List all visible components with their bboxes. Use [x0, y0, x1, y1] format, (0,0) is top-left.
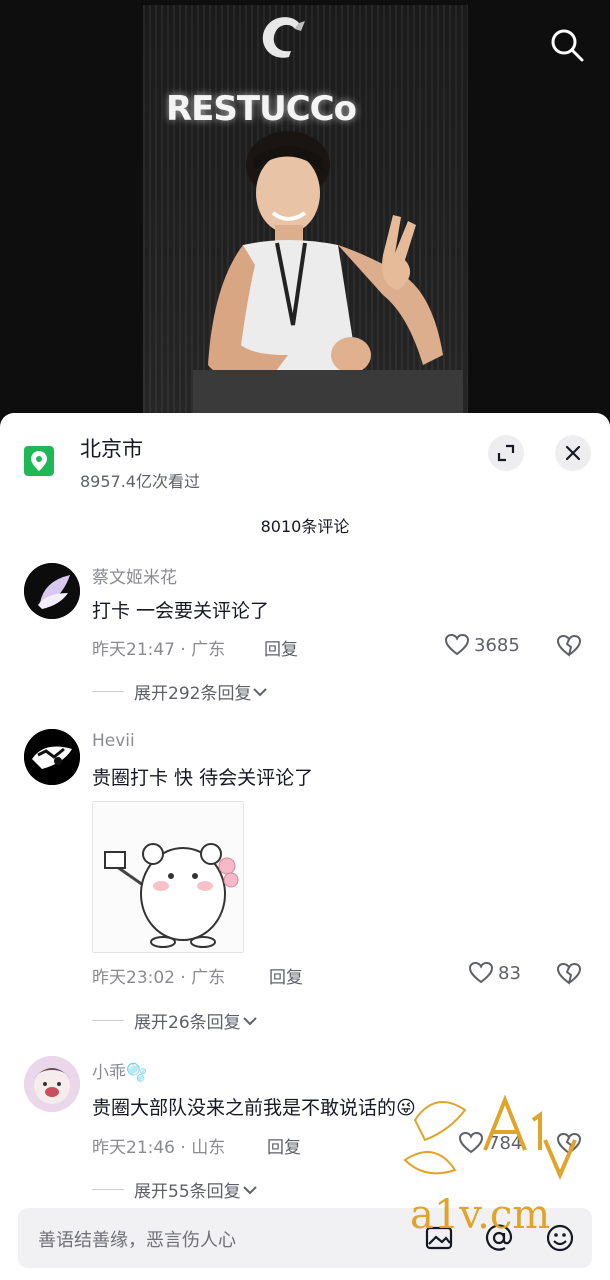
video-player[interactable]: RESTUCCo: [0, 0, 610, 430]
broken-heart-icon[interactable]: [556, 961, 582, 987]
comment-meta: 昨天21:47 · 广东: [92, 640, 226, 660]
broken-heart-icon[interactable]: [556, 1131, 582, 1157]
heart-icon: [444, 633, 470, 656]
expand-replies-label: 展开26条回复: [134, 1013, 241, 1033]
expand-replies[interactable]: 展开292条回复: [92, 679, 269, 704]
comment-text: 贵圈大部队没来之前我是不敢说话的😜: [92, 1097, 416, 1119]
like-button[interactable]: 784: [458, 1131, 522, 1155]
comment-meta: 昨天21:46 · 山东: [92, 1138, 226, 1158]
heart-icon: [468, 961, 494, 984]
close-button[interactable]: [555, 435, 591, 471]
comment-text: 贵圈打卡 快 待会关评论了: [92, 767, 314, 789]
comment-meta: 昨天23:02 · 广东: [92, 968, 226, 988]
brand-sign-text: RESTUCCo: [166, 89, 357, 129]
expand-icon: [497, 444, 515, 462]
video-frame: RESTUCCo: [143, 5, 468, 425]
comment-username[interactable]: Hevii: [92, 731, 135, 751]
restucco-logo-icon: [262, 17, 305, 58]
broken-heart-icon[interactable]: [556, 633, 582, 659]
person-photo: [193, 131, 463, 425]
avatar[interactable]: [24, 1056, 80, 1112]
like-count: 784: [488, 1132, 523, 1154]
chevron-down-icon: [253, 687, 268, 696]
like-count: 83: [498, 962, 521, 984]
expand-replies[interactable]: 展开26条回复: [92, 1008, 259, 1033]
expand-replies[interactable]: 展开55条回复: [92, 1177, 259, 1202]
comment-text: 打卡 一会要关评论了: [92, 600, 270, 622]
expand-button[interactable]: [488, 435, 524, 471]
reply-button[interactable]: 回复: [269, 963, 303, 988]
chevron-down-icon: [242, 1185, 257, 1194]
avatar[interactable]: [24, 729, 80, 785]
comment-sticker-image[interactable]: [92, 801, 244, 953]
location-title[interactable]: 北京市: [80, 433, 143, 463]
comment-sheet: 北京市 8957.4亿次看过 8010条评论 蔡文姬米花 打卡 一会要关评论了 …: [0, 413, 610, 1280]
location-pin-icon: [24, 446, 54, 476]
like-button[interactable]: 83: [468, 961, 521, 985]
like-button[interactable]: 3685: [444, 633, 520, 657]
like-count: 3685: [474, 634, 520, 656]
comment-input[interactable]: 善语结善缘，恶言伤人心: [38, 1226, 236, 1252]
watermark-text: a1v.cm: [410, 1192, 551, 1238]
comments-count: 8010条评论: [260, 517, 350, 536]
close-icon: [565, 445, 581, 461]
heart-icon: [458, 1131, 484, 1154]
expand-replies-label: 展开55条回复: [134, 1182, 241, 1202]
chevron-down-icon: [242, 1016, 257, 1025]
reply-button[interactable]: 回复: [264, 635, 298, 660]
search-icon[interactable]: [548, 26, 586, 64]
comment-username[interactable]: 小乖🫧: [92, 1058, 147, 1083]
avatar[interactable]: [24, 563, 80, 619]
reply-button[interactable]: 回复: [267, 1133, 301, 1158]
location-views: 8957.4亿次看过: [80, 472, 200, 491]
expand-replies-label: 展开292条回复: [134, 684, 252, 704]
comment-username[interactable]: 蔡文姬米花: [92, 563, 177, 588]
